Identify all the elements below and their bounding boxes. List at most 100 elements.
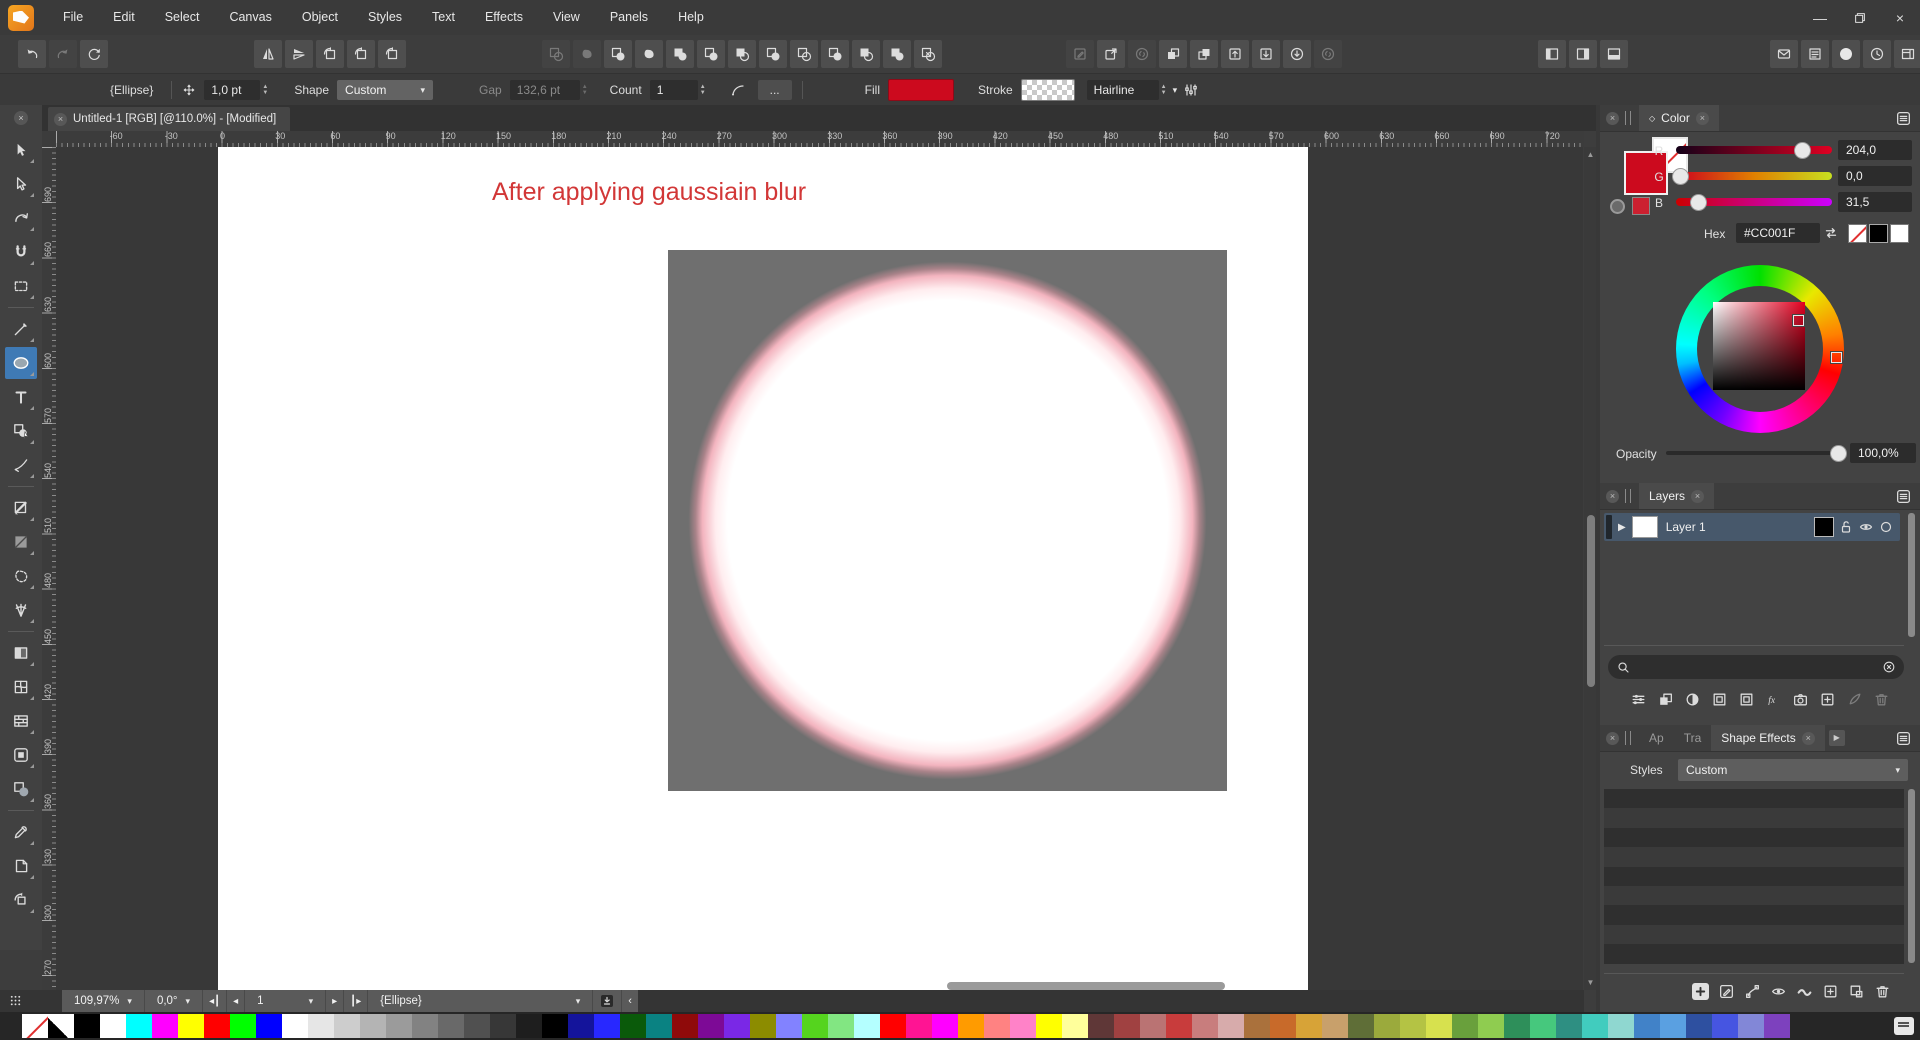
stroke-width-input[interactable]: 1,0 pt [204, 80, 260, 100]
layer-row[interactable]: ▶ Layer 1 [1604, 513, 1900, 541]
layers-boxedframe-icon[interactable] [1711, 691, 1728, 708]
swatch-color[interactable] [1556, 1014, 1582, 1038]
black-swatch[interactable] [1869, 224, 1888, 243]
effects-list-row[interactable] [1604, 944, 1904, 963]
sync-button[interactable] [80, 40, 108, 68]
layers-two-sq-a-icon[interactable] [1657, 691, 1674, 708]
panel-drag-handle[interactable] [1625, 111, 1631, 125]
stroke-style-stepper[interactable]: ▲▼ [1161, 84, 1167, 96]
swatch-color[interactable] [152, 1014, 178, 1038]
swatch-color[interactable] [490, 1014, 516, 1038]
canvas-hscrollbar-thumb[interactable] [947, 982, 1225, 990]
layers-sliders-icon[interactable] [1630, 691, 1647, 708]
b-slider[interactable] [1676, 198, 1832, 206]
eyedropper-tool[interactable] [5, 816, 37, 848]
swatch-color[interactable] [1582, 1014, 1608, 1038]
swatch-color[interactable] [750, 1014, 776, 1038]
pointer-tool[interactable] [5, 134, 37, 166]
fill-color-swatch[interactable] [888, 79, 954, 101]
effects-pencilbox-icon[interactable] [1718, 983, 1735, 1000]
cut-path-button[interactable] [821, 40, 849, 68]
opacity-knob[interactable] [1830, 445, 1847, 462]
layer-thumbnail[interactable] [1632, 516, 1658, 538]
white-swatch[interactable] [1890, 224, 1909, 243]
swatch-color[interactable] [1634, 1014, 1660, 1038]
swatch-color[interactable] [204, 1014, 230, 1038]
magnet-tool[interactable] [5, 236, 37, 268]
swatch-color[interactable] [1166, 1014, 1192, 1038]
swatch-color[interactable] [1608, 1014, 1634, 1038]
swatch-color[interactable] [620, 1014, 646, 1038]
swatch-color[interactable] [1010, 1014, 1036, 1038]
warp-tool[interactable] [5, 594, 37, 626]
bring-to-front-button[interactable] [1221, 40, 1249, 68]
swatch-color[interactable] [776, 1014, 802, 1038]
collapse-statusbar-icon[interactable]: ‹ [622, 990, 638, 1012]
tab-appearance[interactable]: Ap [1639, 725, 1674, 751]
layers-fxtext-icon[interactable]: fx [1765, 691, 1782, 708]
app-logo-icon[interactable] [8, 5, 34, 31]
close-panel-icon[interactable]: × [1606, 112, 1619, 125]
tab-transform[interactable]: Tra [1674, 725, 1712, 751]
pattern-tool[interactable] [5, 705, 37, 737]
send-backward-button[interactable] [1190, 40, 1218, 68]
swap-colors-icon[interactable] [1822, 224, 1840, 242]
swatch-color[interactable] [1712, 1014, 1738, 1038]
brush-tool[interactable] [5, 492, 37, 524]
frame-tool[interactable] [5, 739, 37, 771]
swatch-color[interactable] [516, 1014, 542, 1038]
next-page-button[interactable]: ▸ [326, 990, 344, 1012]
menu-edit[interactable]: Edit [98, 0, 150, 35]
swatch-color[interactable] [880, 1014, 906, 1038]
effects-boxplus-icon[interactable] [1822, 983, 1839, 1000]
swatch-color[interactable] [1400, 1014, 1426, 1038]
swatch-color[interactable] [1088, 1014, 1114, 1038]
swatch-color[interactable] [1478, 1014, 1504, 1038]
swatch-color[interactable] [1764, 1014, 1790, 1038]
saturation-box[interactable] [1713, 302, 1805, 390]
slice-tool[interactable] [5, 850, 37, 882]
menu-help[interactable]: Help [663, 0, 719, 35]
toggle-bottom-panel-button[interactable] [1600, 40, 1628, 68]
simplify-button[interactable] [635, 40, 663, 68]
menu-text[interactable]: Text [417, 0, 470, 35]
swatch-none[interactable] [22, 1014, 48, 1038]
close-tab-icon[interactable]: × [1696, 112, 1709, 125]
break-apart-button[interactable] [914, 40, 942, 68]
stroke-style-select[interactable]: Hairline [1087, 80, 1159, 100]
swatch-color[interactable] [542, 1014, 568, 1038]
swatch-color[interactable] [1374, 1014, 1400, 1038]
swatch-color[interactable] [1348, 1014, 1374, 1038]
panel-menu-icon[interactable] [1895, 110, 1912, 127]
effects-list-row[interactable] [1604, 808, 1904, 827]
workspace-button[interactable] [1894, 40, 1920, 68]
r-slider[interactable] [1676, 146, 1832, 154]
tab-shape-effects[interactable]: Shape Effects × [1711, 725, 1825, 751]
transform-each-button[interactable] [378, 40, 406, 68]
effects-pathnodes-icon[interactable] [1744, 983, 1761, 1000]
saturation-marker[interactable] [1793, 315, 1804, 326]
swatch-color[interactable] [724, 1014, 750, 1038]
menu-select[interactable]: Select [150, 0, 215, 35]
stroke-color-swatch[interactable] [1021, 79, 1075, 101]
no-color-swatch[interactable] [1848, 224, 1867, 243]
history-button[interactable] [1863, 40, 1891, 68]
canvas-viewport[interactable]: After applying gaussiain blur [56, 147, 1583, 990]
layers-camera-icon[interactable] [1792, 691, 1809, 708]
swatch-color[interactable] [1140, 1014, 1166, 1038]
expand-layer-icon[interactable]: ▶ [1618, 522, 1626, 533]
color-target-radio[interactable] [1610, 199, 1625, 214]
swatch-color[interactable] [1062, 1014, 1088, 1038]
r-slider-knob[interactable] [1794, 142, 1811, 159]
swatch-color[interactable] [438, 1014, 464, 1038]
shape-builder-tool[interactable] [5, 415, 37, 447]
zoom-level-select[interactable]: 109,97%▾ [62, 990, 145, 1012]
undo-button[interactable] [18, 40, 46, 68]
flip-horizontal-button[interactable] [254, 40, 282, 68]
advanced-stroke-icon[interactable] [1183, 82, 1199, 98]
swatch-color[interactable] [230, 1014, 256, 1038]
swatch-color[interactable] [906, 1014, 932, 1038]
visibility-eye-icon[interactable] [1858, 519, 1874, 535]
pen-tool[interactable] [5, 313, 37, 345]
menu-panels[interactable]: Panels [595, 0, 663, 35]
